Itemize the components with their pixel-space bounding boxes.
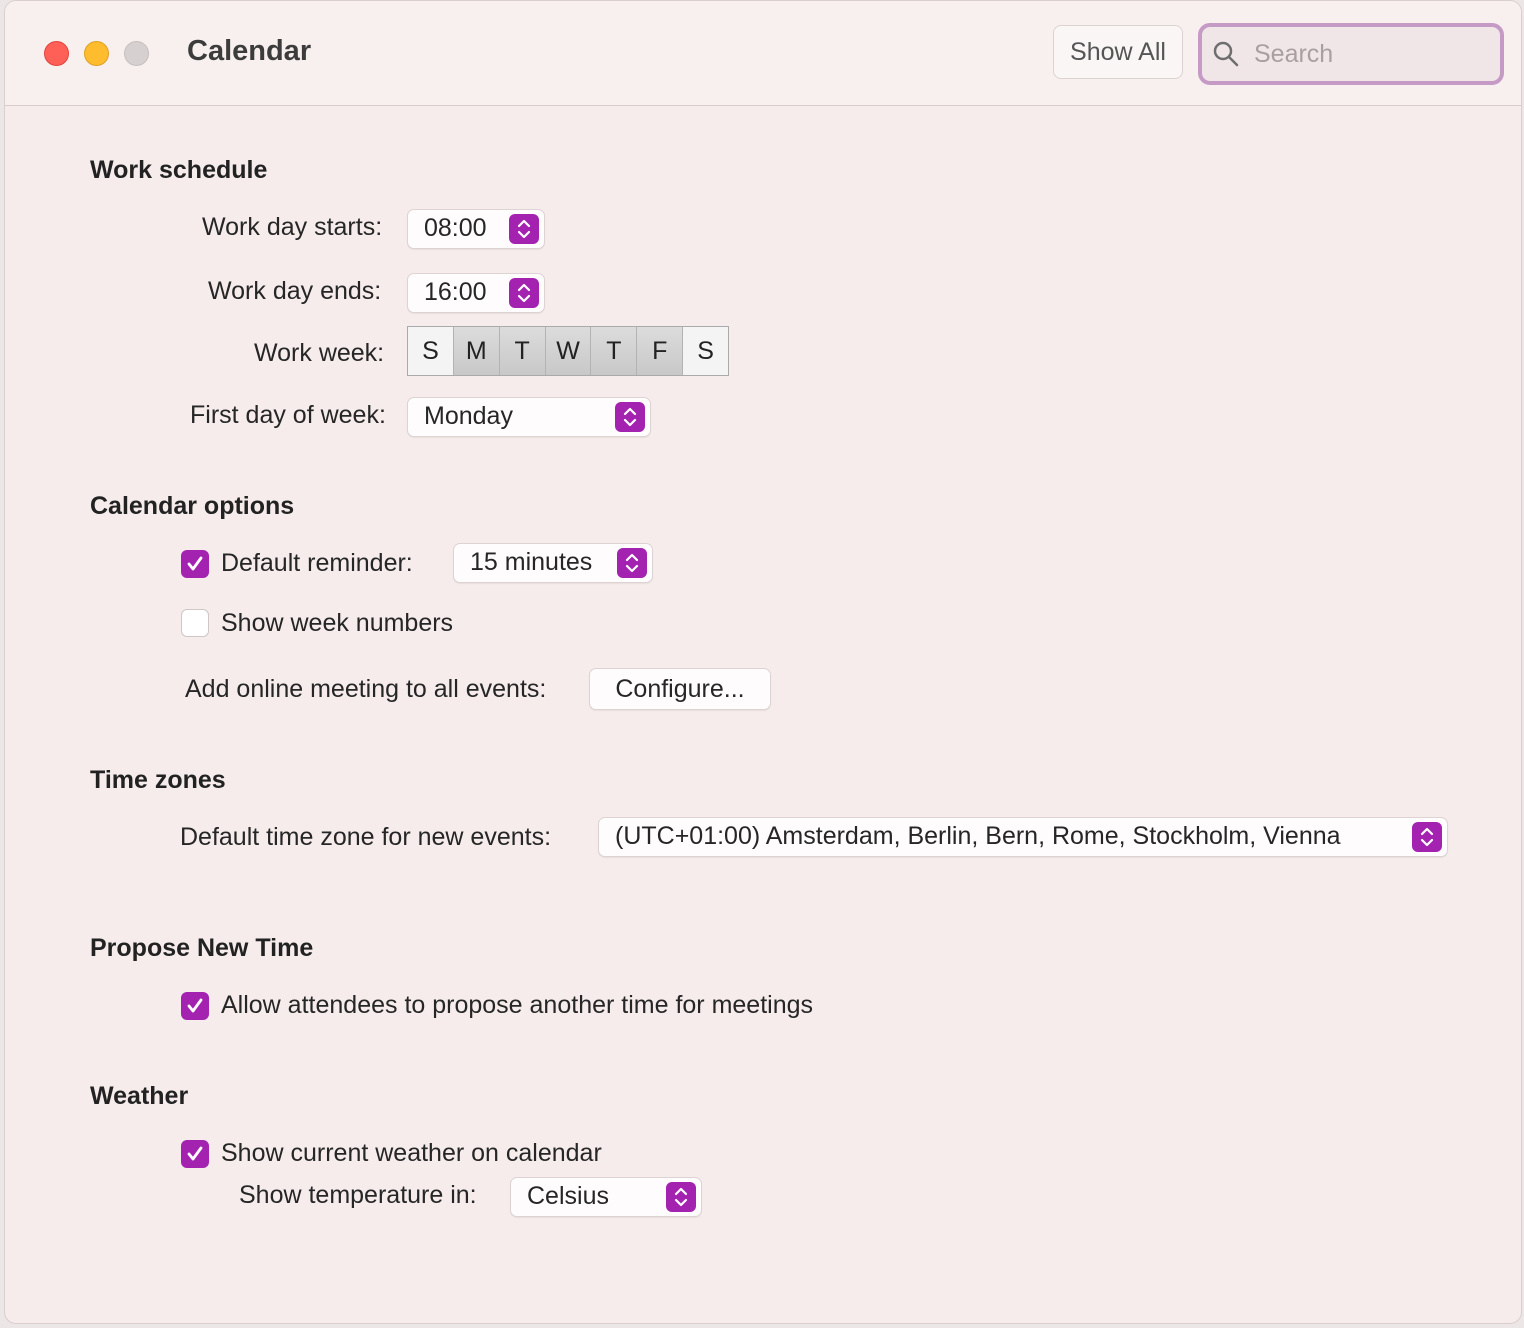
default-reminder-label: Default reminder: [221, 549, 413, 577]
work-day-ends-popup[interactable]: 16:00 [407, 273, 545, 313]
temperature-unit-popup[interactable]: Celsius [510, 1177, 702, 1217]
first-day-of-week-popup[interactable]: Monday [407, 397, 651, 437]
allow-propose-time-checkbox[interactable] [181, 992, 209, 1020]
temperature-unit-label: Show temperature in: [239, 1181, 477, 1209]
stepper-icon [509, 214, 539, 244]
day-toggle-tuesday[interactable]: T [499, 327, 546, 375]
default-reminder-checkbox[interactable] [181, 550, 209, 578]
show-weather-label: Show current weather on calendar [221, 1139, 602, 1167]
day-toggle-friday[interactable]: F [637, 327, 684, 375]
search-icon [1213, 41, 1239, 67]
show-all-button[interactable]: Show All [1053, 25, 1183, 79]
stepper-icon [509, 278, 539, 308]
close-button[interactable] [44, 41, 69, 66]
show-week-numbers-checkbox[interactable] [181, 609, 209, 637]
day-toggle-sunday[interactable]: S [408, 327, 454, 375]
minimize-button[interactable] [84, 41, 109, 66]
day-toggle-thursday[interactable]: T [591, 327, 638, 375]
default-time-zone-label: Default time zone for new events: [180, 823, 552, 851]
search-field[interactable] [1198, 23, 1504, 85]
default-time-zone-value: (UTC+01:00) Amsterdam, Berlin, Bern, Rom… [615, 822, 1341, 850]
work-day-starts-label: Work day starts: [202, 213, 383, 241]
first-day-of-week-value: Monday [424, 402, 513, 430]
default-time-zone-popup[interactable]: (UTC+01:00) Amsterdam, Berlin, Bern, Rom… [598, 817, 1448, 857]
weather-heading: Weather [90, 1082, 189, 1110]
configure-button[interactable]: Configure... [589, 668, 771, 710]
window-title: Calendar [187, 35, 312, 67]
checkmark-icon [187, 998, 203, 1013]
show-week-numbers-label: Show week numbers [221, 609, 454, 637]
first-day-of-week-label: First day of week: [190, 401, 386, 429]
work-week-label: Work week: [254, 339, 385, 367]
work-week-selector: S M T W T F S [407, 326, 729, 376]
work-day-ends-value: 16:00 [424, 278, 487, 306]
stepper-icon [615, 402, 645, 432]
checkmark-icon [187, 1146, 203, 1161]
day-toggle-wednesday[interactable]: W [545, 327, 592, 375]
preferences-window: Calendar Show All Work schedule Work day… [4, 0, 1522, 1324]
default-reminder-value: 15 minutes [470, 548, 593, 576]
show-weather-checkbox[interactable] [181, 1140, 209, 1168]
zoom-button[interactable] [124, 41, 149, 66]
work-day-ends-label: Work day ends: [208, 277, 382, 305]
allow-propose-time-label: Allow attendees to propose another time … [221, 991, 814, 1019]
checkmark-icon [187, 556, 203, 571]
title-bar: Calendar Show All [5, 1, 1521, 106]
temperature-unit-value: Celsius [527, 1182, 609, 1210]
day-toggle-saturday[interactable]: S [683, 327, 729, 375]
work-day-starts-value: 08:00 [424, 214, 487, 242]
day-toggle-monday[interactable]: M [453, 327, 500, 375]
online-meeting-label: Add online meeting to all events: [185, 675, 547, 703]
stepper-icon [666, 1182, 696, 1212]
search-input[interactable] [1252, 38, 1476, 70]
stepper-icon [617, 548, 647, 578]
time-zones-heading: Time zones [90, 766, 226, 794]
propose-new-time-heading: Propose New Time [90, 934, 314, 962]
work-day-starts-popup[interactable]: 08:00 [407, 209, 545, 249]
stepper-icon [1412, 822, 1442, 852]
calendar-options-heading: Calendar options [90, 492, 295, 520]
default-reminder-popup[interactable]: 15 minutes [453, 543, 653, 583]
work-schedule-heading: Work schedule [90, 156, 268, 184]
